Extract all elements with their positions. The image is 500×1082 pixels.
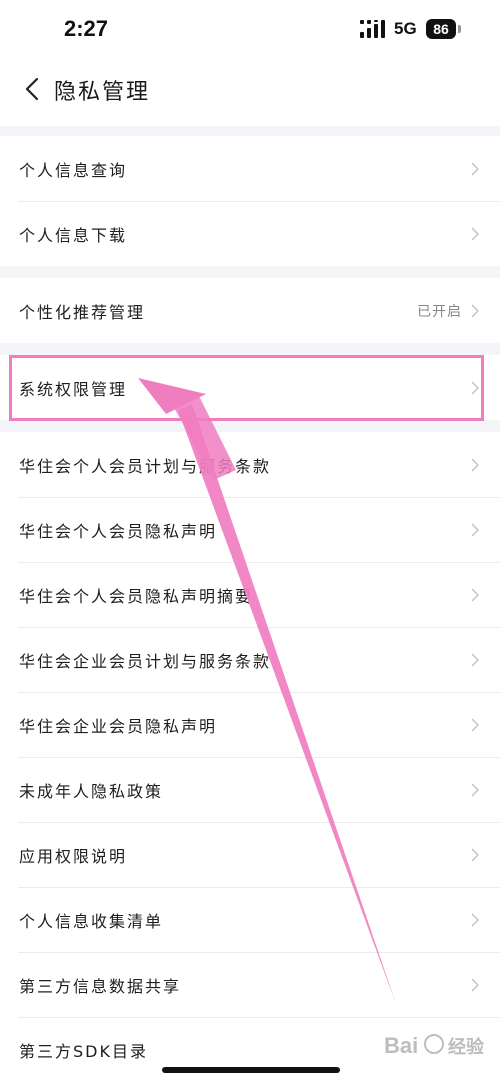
list-item-label: 华住会个人会员计划与服务条款 — [19, 456, 272, 476]
home-indicator — [162, 1067, 340, 1073]
section-gap — [0, 266, 500, 278]
list-item-personal-member-terms[interactable]: 华住会个人会员计划与服务条款 — [0, 432, 500, 497]
section-gap — [0, 343, 500, 355]
chevron-right-icon — [471, 522, 480, 537]
list-item-label: 个人信息下载 — [19, 225, 128, 245]
list-item-personal-member-privacy[interactable]: 华住会个人会员隐私声明 — [0, 497, 500, 562]
network-label: 5G — [394, 19, 417, 38]
nav-bar: 隐私管理 — [0, 60, 500, 126]
status-time: 2:27 — [64, 16, 109, 41]
list-item-label: 华住会企业会员计划与服务条款 — [19, 651, 272, 671]
list-item-label: 第三方SDK目录 — [19, 1041, 148, 1061]
list-item-label: 个人信息收集清单 — [19, 911, 164, 931]
signal-icon — [360, 20, 385, 38]
section-gap — [0, 420, 500, 432]
list-item-third-party-data-sharing[interactable]: 第三方信息数据共享 — [0, 952, 500, 1017]
chevron-right-icon — [471, 161, 480, 176]
list-item-label: 华住会个人会员隐私声明摘要 — [19, 586, 254, 606]
list-item-personal-info-collection-list[interactable]: 个人信息收集清单 — [0, 887, 500, 952]
list-item-label: 未成年人隐私政策 — [19, 781, 164, 801]
list-item-label: 个性化推荐管理 — [19, 302, 146, 322]
chevron-right-icon — [471, 457, 480, 472]
chevron-right-icon — [471, 587, 480, 602]
list-item-system-permissions[interactable]: 系统权限管理 — [0, 355, 500, 420]
list-item-personal-info-query[interactable]: 个人信息查询 — [0, 136, 500, 201]
status-value: 已开启 — [417, 303, 462, 320]
chevron-right-icon — [471, 977, 480, 992]
list-item-enterprise-member-terms[interactable]: 华住会企业会员计划与服务条款 — [0, 627, 500, 692]
chevron-right-icon — [471, 912, 480, 927]
list-item-label: 系统权限管理 — [19, 379, 128, 399]
chevron-right-icon — [471, 782, 480, 797]
battery-icon: 86 — [426, 19, 456, 39]
page-title: 隐私管理 — [54, 80, 151, 105]
chevron-right-icon — [471, 226, 480, 241]
chevron-right-icon — [471, 652, 480, 667]
list-item-label: 华住会企业会员隐私声明 — [19, 716, 218, 736]
chevron-right-icon — [471, 847, 480, 862]
list-item-label: 第三方信息数据共享 — [19, 976, 182, 996]
list-item-app-permission-description[interactable]: 应用权限说明 — [0, 822, 500, 887]
chevron-right-icon — [471, 717, 480, 732]
list-item-enterprise-member-privacy[interactable]: 华住会企业会员隐私声明 — [0, 692, 500, 757]
status-bar: 2:27 5G 86 — [0, 0, 500, 60]
list-item-label: 个人信息查询 — [19, 160, 128, 180]
chevron-right-icon — [471, 303, 480, 318]
chevron-right-icon — [471, 380, 480, 395]
list-item-label: 华住会个人会员隐私声明 — [19, 521, 218, 541]
settings-list: 个人信息查询 个人信息下载 个性化推荐管理 已开启 系统权限管理 华住会个人会员… — [0, 126, 500, 1082]
list-item-personal-member-privacy-summary[interactable]: 华住会个人会员隐私声明摘要 — [0, 562, 500, 627]
chevron-left-icon[interactable] — [18, 74, 48, 104]
section-gap — [0, 126, 500, 136]
list-item-personalized-recommendation[interactable]: 个性化推荐管理 已开启 — [0, 278, 500, 343]
battery-cap — [458, 25, 461, 33]
list-item-minor-privacy-policy[interactable]: 未成年人隐私政策 — [0, 757, 500, 822]
list-item-label: 应用权限说明 — [19, 846, 128, 866]
list-item-personal-info-download[interactable]: 个人信息下载 — [0, 201, 500, 266]
